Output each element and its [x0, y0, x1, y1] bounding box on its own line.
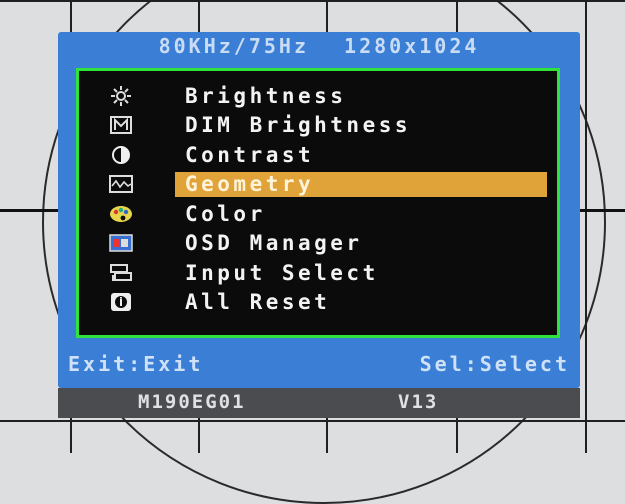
menu-item-all-reset[interactable]: All Reset — [79, 288, 557, 318]
menu-item-contrast[interactable]: Contrast — [79, 140, 557, 170]
menu-item-color[interactable]: Color — [79, 199, 557, 229]
menu-item-label: Input Select — [185, 260, 379, 285]
menu-item-label: DIM Brightness — [185, 113, 412, 138]
menu-item-dim-brightness[interactable]: DIM Brightness — [79, 111, 557, 141]
menu-item-label: Contrast — [185, 142, 315, 167]
frequency-readout: 80KHz/75Hz — [158, 34, 309, 58]
palette-icon — [109, 204, 133, 224]
select-hint: Sel:Select — [419, 352, 570, 376]
reset-icon — [109, 292, 133, 312]
menu-item-geometry[interactable]: Geometry — [79, 170, 557, 200]
dim-m-icon — [109, 115, 133, 135]
firmware-version: V13 — [398, 391, 439, 413]
model-number: M190EG01 — [138, 391, 246, 413]
grid-line — [0, 420, 625, 422]
menu-item-label: OSD Manager — [185, 231, 363, 256]
menu-item-input-select[interactable]: Input Select — [79, 258, 557, 288]
input-icon — [109, 263, 133, 283]
main-menu: Brightness DIM Brightness Contrast Geome… — [76, 68, 560, 338]
menu-item-label: All Reset — [185, 290, 331, 315]
grid-line — [0, 0, 625, 2]
geometry-wave-icon — [109, 174, 133, 194]
footer-hints: Exit:Exit Sel:Select — [58, 350, 580, 378]
model-info-bar: M190EG01 V13 — [58, 388, 580, 418]
osd-icon — [109, 233, 133, 253]
resolution-readout: 1280x1024 — [344, 34, 480, 58]
contrast-icon — [109, 145, 133, 165]
signal-info: 80KHz/75Hz 1280x1024 — [58, 34, 580, 60]
sun-icon — [109, 85, 133, 106]
menu-item-label: Brightness — [185, 83, 347, 108]
osd-window: 80KHz/75Hz 1280x1024 Brightness DIM Brig… — [58, 32, 580, 388]
menu-item-label: Geometry — [185, 172, 315, 197]
exit-hint: Exit:Exit — [68, 352, 204, 376]
menu-item-osd-manager[interactable]: OSD Manager — [79, 229, 557, 259]
menu-item-brightness[interactable]: Brightness — [79, 81, 557, 111]
grid-line — [585, 0, 587, 453]
menu-item-label: Color — [185, 201, 266, 226]
